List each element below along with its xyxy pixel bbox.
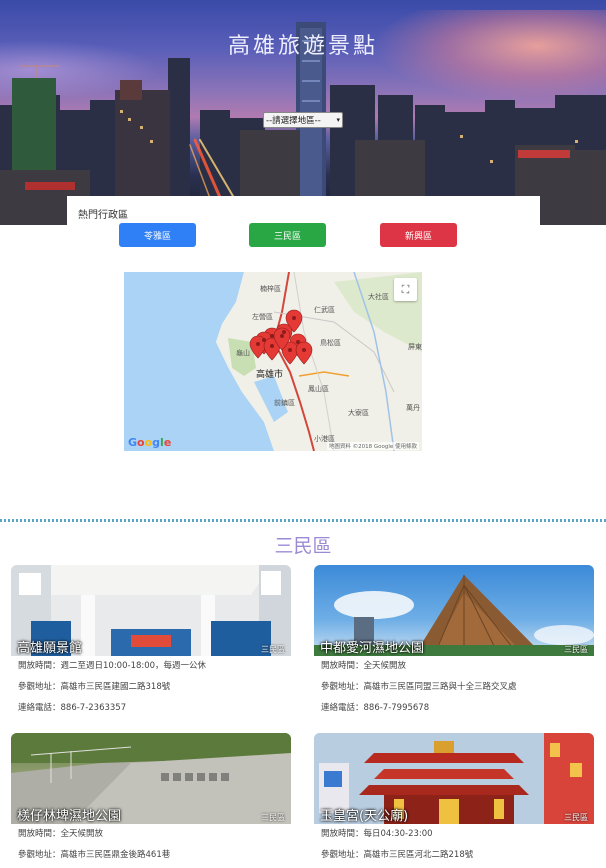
attraction-name: 中都愛河濕地公園 — [320, 641, 425, 656]
section-title: 三民區 — [274, 535, 332, 557]
section-divider — [0, 519, 606, 522]
page-title: 高雄旅遊景點 — [227, 34, 378, 59]
attraction-image: 高雄願景館 三民區 — [11, 565, 291, 656]
attraction-phone: 連絡電話：886-7-7995678 — [321, 703, 430, 713]
google-map[interactable]: 楠梓區 左營區 仁武區 大社區 鳥松區 龜山 屏東 高雄市 鳳山區 前鎮區 大寮… — [124, 272, 422, 451]
map-label-daliao: 大寮區 — [348, 409, 369, 417]
attraction-card[interactable]: 高雄願景館 三民區 開放時間：週二至週日10:00-18:00，每週一公休 參觀… — [11, 565, 291, 719]
fullscreen-icon[interactable]: ⛶ — [394, 278, 417, 301]
attraction-district: 三民區 — [261, 813, 285, 822]
district-select-value: --請選擇地區-- — [266, 116, 321, 126]
attraction-address: 參觀地址：高雄市三民區河北二路218號 — [321, 850, 474, 860]
attraction-open-hours: 開放時間：全天候開放 — [321, 661, 407, 671]
attraction-image: 檨仔林埤濕地公園 三民區 — [11, 733, 291, 824]
attraction-name: 高雄願景館 — [17, 641, 83, 656]
district-button-xinxing[interactable]: 新興區 — [380, 223, 457, 247]
attraction-name: 玉皇宮(天公廟) — [320, 809, 409, 824]
map-label-wanwan: 萬丹 — [406, 404, 420, 412]
attraction-district: 三民區 — [564, 645, 588, 654]
attraction-district: 三民區 — [261, 645, 285, 654]
attraction-address: 參觀地址：高雄市三民區同盟三路與十全三路交叉處 — [321, 682, 517, 692]
district-button-lingya[interactable]: 苓雅區 — [119, 223, 196, 247]
attraction-address: 參觀地址：高雄市三民區鼎金後路461巷 — [18, 850, 171, 860]
map-label-qianzhen: 前鎮區 — [274, 399, 295, 407]
attraction-card[interactable]: 中都愛河濕地公園 三民區 開放時間：全天候開放 參觀地址：高雄市三民區同盟三路與… — [314, 565, 594, 719]
district-select[interactable]: --請選擇地區-- ▾ — [263, 112, 343, 128]
map-label-zuoying: 左營區 — [252, 313, 273, 321]
map-credit[interactable]: 地圖資料 ©2018 Google 使用條款 — [326, 442, 419, 450]
map-label-niaosong: 鳥松區 — [320, 339, 341, 347]
map-label-city: 高雄市 — [256, 370, 284, 380]
attraction-open-hours: 開放時間：每日04:30-23:00 — [321, 829, 433, 839]
attraction-image: 玉皇宮(天公廟) 三民區 — [314, 733, 594, 824]
map-label-guishan: 龜山 — [236, 349, 250, 357]
attraction-image: 中都愛河濕地公園 三民區 — [314, 565, 594, 656]
hot-districts-panel: 熱門行政區 苓雅區 三民區 新興區 — [67, 196, 540, 266]
hot-districts-title: 熱門行政區 — [78, 210, 128, 221]
attraction-district: 三民區 — [564, 813, 588, 822]
map-label-fengshan: 鳳山區 — [308, 385, 329, 393]
map-label-pingdong: 屏東 — [408, 343, 422, 351]
map-label-dashe: 大社區 — [368, 293, 389, 301]
google-logo: Google — [128, 436, 172, 449]
chevron-down-icon: ▾ — [336, 116, 340, 124]
attraction-open-hours: 開放時間：週二至週日10:00-18:00，每週一公休 — [18, 661, 207, 671]
attraction-card[interactable]: 玉皇宮(天公廟) 三民區 開放時間：每日04:30-23:00 參觀地址：高雄市… — [314, 733, 594, 866]
attraction-card[interactable]: 檨仔林埤濕地公園 三民區 開放時間：全天候開放 參觀地址：高雄市三民區鼎金後路4… — [11, 733, 291, 866]
attraction-address: 參觀地址：高雄市三民區建國二路318號 — [18, 682, 171, 692]
district-button-sanmin[interactable]: 三民區 — [249, 223, 326, 247]
attraction-open-hours: 開放時間：全天候開放 — [18, 829, 104, 839]
attraction-phone: 連絡電話：886-7-2363357 — [18, 703, 127, 713]
map-label-nanzi: 楠梓區 — [260, 285, 281, 293]
map-label-renwu: 仁武區 — [314, 306, 335, 314]
hero-banner: 高雄旅遊景點 --請選擇地區-- ▾ — [0, 0, 606, 225]
attraction-name: 檨仔林埤濕地公園 — [17, 809, 122, 824]
